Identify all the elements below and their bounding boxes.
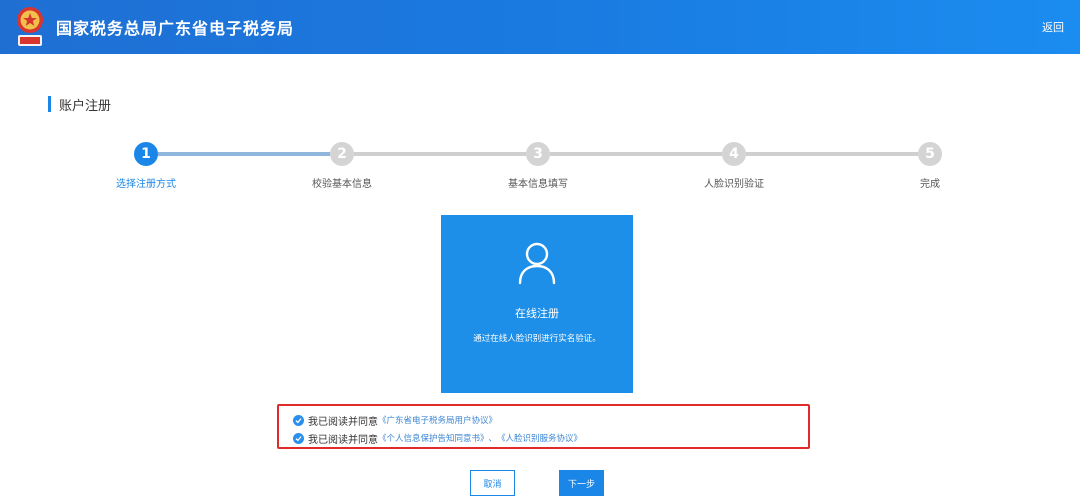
card-description: 通过在线人脸识别进行实名验证。 — [473, 334, 601, 344]
agreement-row-2: 我已阅读并同意 《个人信息保护告知同意书》 、 《人脸识别服务协议》 — [293, 430, 582, 446]
step-connector — [746, 152, 918, 156]
step-connector — [354, 152, 526, 156]
checked-circle-icon[interactable] — [293, 432, 304, 444]
step-5-label: 完成 — [920, 179, 940, 190]
checked-circle-icon[interactable] — [293, 414, 304, 426]
step-5-circle: 5 — [918, 142, 942, 166]
step-4-circle: 4 — [722, 142, 746, 166]
user-agreement-link[interactable]: 《广东省电子税务局用户协议》 — [378, 414, 497, 426]
back-link[interactable]: 返回 — [1042, 19, 1064, 35]
face-recognition-agreement-link[interactable]: 《人脸识别服务协议》 — [497, 432, 582, 444]
agreement-highlight-box: 我已阅读并同意 《广东省电子税务局用户协议》 我已阅读并同意 《个人信息保护告知… — [277, 404, 810, 449]
agreement-row-1: 我已阅读并同意 《广东省电子税务局用户协议》 — [293, 412, 497, 428]
top-header: 国家税务总局广东省电子税务局 返回 — [0, 0, 1080, 54]
agreement-text: 我已阅读并同意 — [308, 416, 378, 428]
link-separator: 、 — [488, 434, 498, 444]
site-title: 国家税务总局广东省电子税务局 — [56, 19, 295, 38]
step-1-circle: 1 — [134, 142, 158, 166]
next-step-button[interactable]: 下一步 — [559, 470, 604, 496]
agreement-text: 我已阅读并同意 — [308, 434, 378, 446]
tax-emblem-icon — [17, 7, 43, 46]
card-title: 在线注册 — [515, 307, 559, 320]
step-2-label: 校验基本信息 — [312, 179, 372, 190]
registration-steps: 1 2 3 4 5 选择注册方式 校验基本信息 基本信息填写 人脸识别验证 完成 — [0, 140, 1080, 196]
cancel-button[interactable]: 取消 — [470, 470, 515, 496]
step-2-circle: 2 — [330, 142, 354, 166]
step-3-label: 基本信息填写 — [508, 179, 568, 190]
section-title: 账户注册 — [48, 95, 112, 114]
step-4-label: 人脸识别验证 — [704, 179, 764, 190]
privacy-consent-link[interactable]: 《个人信息保护告知同意书》 — [378, 432, 489, 444]
step-connector — [158, 152, 330, 156]
step-connector — [550, 152, 722, 156]
user-icon — [518, 242, 556, 285]
step-3-circle: 3 — [526, 142, 550, 166]
step-1-label: 选择注册方式 — [116, 179, 176, 190]
page-title: 账户注册 — [59, 98, 112, 114]
section-accent-bar — [48, 96, 51, 112]
online-registration-card[interactable]: 在线注册 通过在线人脸识别进行实名验证。 — [441, 215, 633, 393]
